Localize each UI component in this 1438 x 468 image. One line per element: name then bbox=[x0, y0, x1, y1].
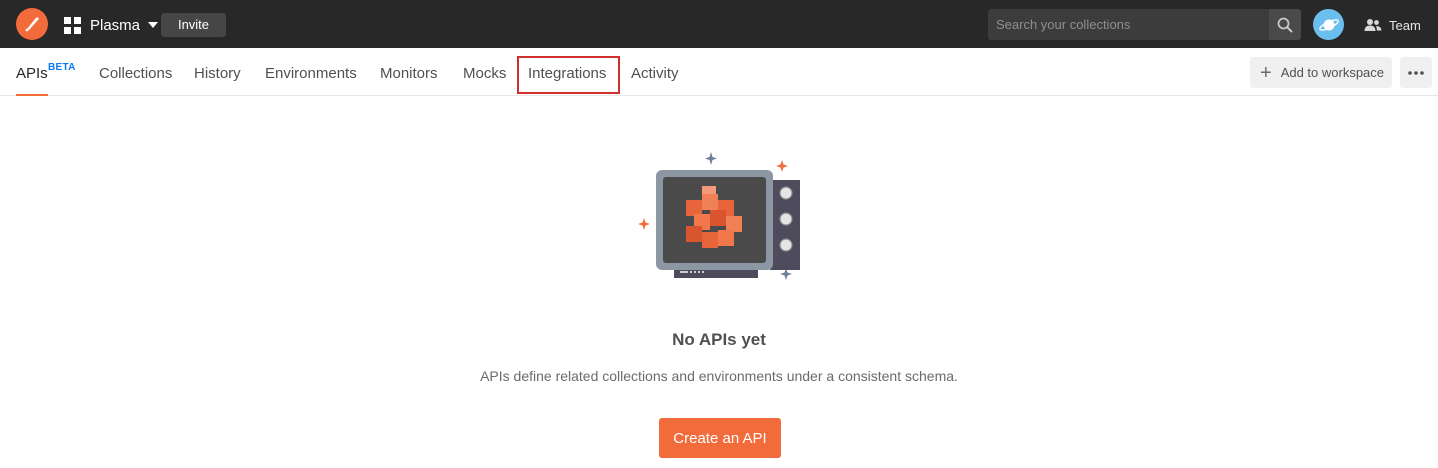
caret-down-icon bbox=[148, 22, 159, 28]
tab-monitors[interactable]: Monitors bbox=[380, 48, 438, 96]
tab-environments[interactable]: Environments bbox=[265, 48, 357, 96]
top-bar: Plasma Invite Team bbox=[0, 0, 1438, 48]
tab-apis[interactable]: APIs BETA bbox=[16, 48, 75, 96]
integrations-highlight-box bbox=[517, 56, 620, 94]
tab-apis-label: APIs bbox=[16, 65, 48, 82]
team-button[interactable]: Team bbox=[1364, 15, 1421, 35]
empty-state-title: No APIs yet bbox=[672, 330, 766, 349]
workspace-name: Plasma bbox=[90, 16, 141, 34]
workspace-switcher[interactable]: Plasma bbox=[64, 14, 159, 36]
create-api-button[interactable]: Create an API bbox=[659, 418, 781, 458]
grid-icon bbox=[64, 16, 81, 34]
search-input[interactable] bbox=[988, 9, 1269, 40]
plus-icon: + bbox=[1260, 61, 1272, 84]
invite-button[interactable]: Invite bbox=[161, 13, 226, 37]
user-avatar[interactable] bbox=[1313, 9, 1344, 40]
planet-avatar-icon bbox=[1318, 18, 1339, 31]
search-icon bbox=[1277, 17, 1293, 32]
search-button[interactable] bbox=[1269, 9, 1301, 40]
add-to-workspace-button[interactable]: + Add to workspace bbox=[1250, 57, 1392, 88]
pen-nib-icon[interactable] bbox=[16, 8, 48, 40]
api-cubes-monitor-illustration bbox=[638, 152, 800, 280]
tabs-bar: APIs BETA Collections History Environmen… bbox=[0, 48, 1438, 96]
tab-history[interactable]: History bbox=[194, 48, 241, 96]
ellipsis-icon bbox=[1408, 70, 1424, 75]
tab-collections[interactable]: Collections bbox=[99, 48, 172, 96]
tab-mocks[interactable]: Mocks bbox=[463, 48, 506, 96]
add-to-workspace-label: Add to workspace bbox=[1280, 65, 1385, 80]
team-label: Team bbox=[1389, 17, 1421, 33]
empty-state-description: APIs define related collections and envi… bbox=[480, 368, 958, 384]
people-icon bbox=[1364, 19, 1382, 31]
tab-activity[interactable]: Activity bbox=[631, 48, 679, 96]
more-options-button[interactable] bbox=[1400, 57, 1432, 88]
beta-badge: BETA bbox=[48, 62, 76, 73]
